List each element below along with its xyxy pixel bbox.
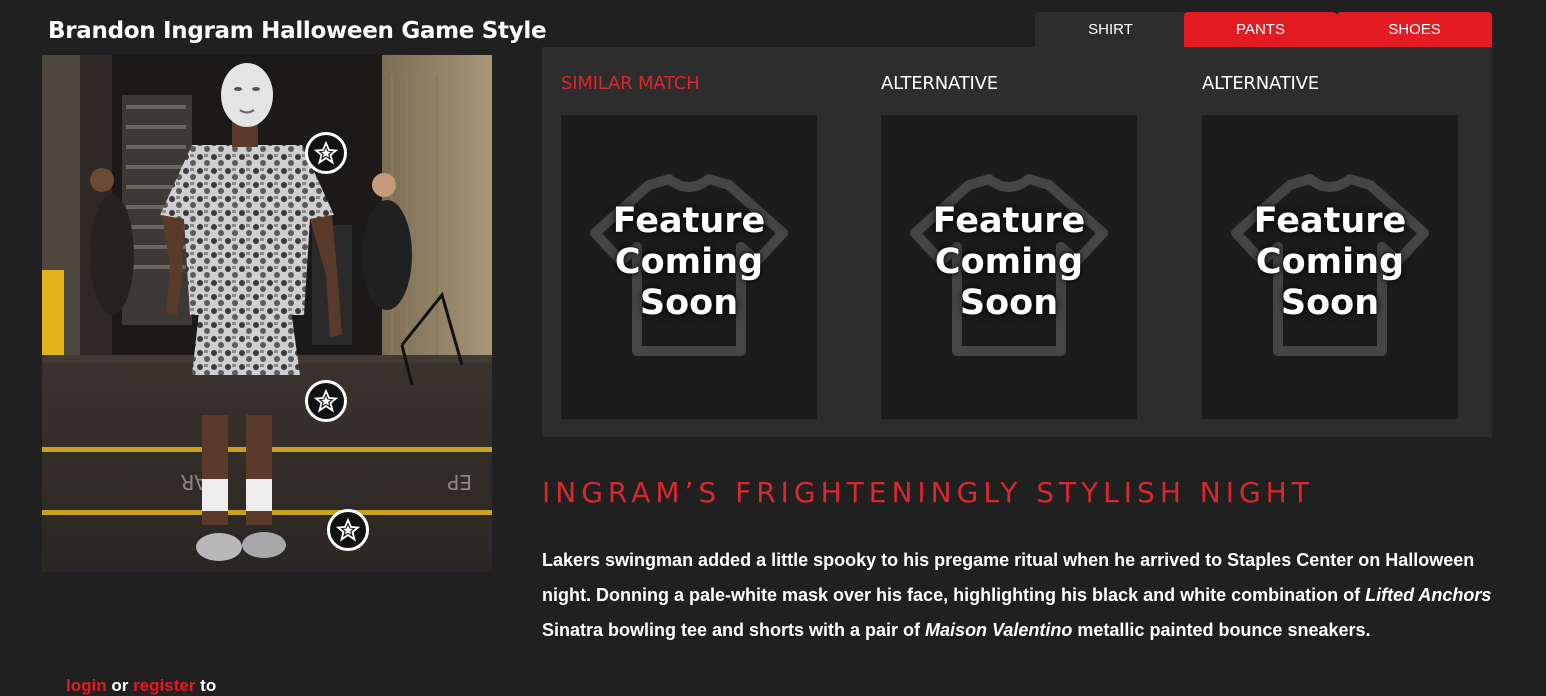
brand-lifted-anchors: Lifted Anchors: [1365, 585, 1492, 605]
outfit-photo: CAR EP: [42, 55, 492, 572]
feature-coming-soon: Feature Coming Soon: [932, 201, 1086, 323]
shirt-hotspot-icon[interactable]: [305, 132, 347, 174]
auth-prompt: login or register to: [66, 676, 216, 696]
feature-coming-soon: Feature Coming Soon: [612, 201, 766, 323]
brand-maison-valentino: Maison Valentino: [925, 620, 1073, 640]
tab-shoes[interactable]: SHOES: [1337, 12, 1492, 47]
feature-coming-soon: Feature Coming Soon: [1253, 201, 1407, 323]
article-body: Lakers swingman added a little spooky to…: [542, 550, 1492, 640]
tab-pants[interactable]: PANTS: [1184, 12, 1337, 47]
auth-or-text: or: [106, 676, 134, 695]
auth-suffix-text: to: [195, 676, 217, 695]
login-link[interactable]: login: [66, 676, 107, 695]
similar-match-label: SIMILAR MATCH: [561, 73, 700, 94]
shoes-hotspot-icon[interactable]: [327, 509, 369, 551]
alternative-label-2: ALTERNATIVE: [1202, 73, 1319, 94]
svg-text:EP: EP: [447, 470, 472, 494]
register-link[interactable]: register: [133, 676, 195, 695]
alternative-card-1[interactable]: Feature Coming Soon: [881, 115, 1137, 419]
pants-hotspot-icon[interactable]: [305, 380, 347, 422]
matches-panel: SIMILAR MATCH ALTERNATIVE ALTERNATIVE Fe…: [542, 47, 1492, 437]
alternative-label-1: ALTERNATIVE: [881, 73, 998, 94]
tab-shirt[interactable]: SHIRT: [1035, 12, 1186, 47]
similar-match-card[interactable]: Feature Coming Soon: [561, 115, 817, 419]
page-title: Brandon Ingram Halloween Game Style: [48, 18, 547, 44]
article-headline: INGRAM’S FRIGHTENINGLY STYLISH NIGHT: [542, 476, 1314, 509]
alternative-card-2[interactable]: Feature Coming Soon: [1202, 115, 1458, 419]
